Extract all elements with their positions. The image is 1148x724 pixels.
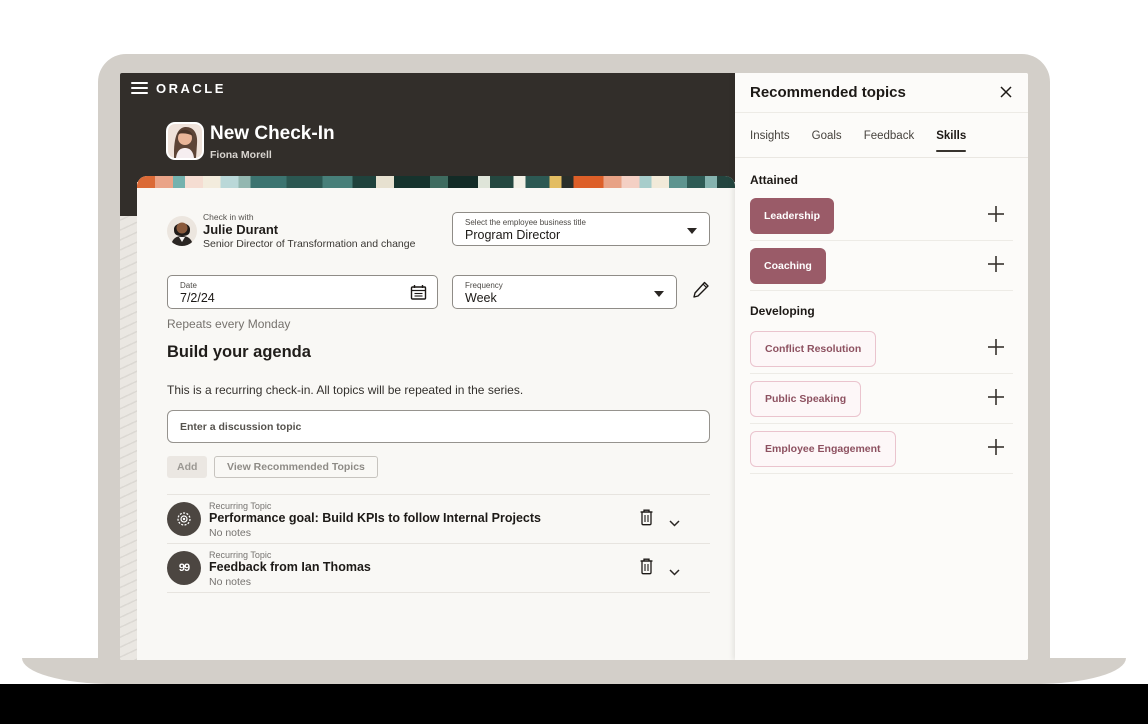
topic-row: Recurring Topic Performance goal: Build … <box>167 495 710 544</box>
date-value: 7/2/24 <box>180 291 215 305</box>
checkin-with-label: Check in with <box>203 212 254 222</box>
discussion-topic-input[interactable] <box>167 410 710 443</box>
close-icon[interactable] <box>996 83 1016 103</box>
skill-row: Employee Engagement <box>750 424 1013 474</box>
plus-icon[interactable] <box>985 438 1007 460</box>
topic-title: Feedback from Ian Thomas <box>209 560 371 574</box>
skill-chip[interactable]: Public Speaking <box>750 380 862 417</box>
expand-chevron-icon[interactable] <box>669 515 680 530</box>
avatar <box>167 216 197 246</box>
page-subtitle: Fiona Morell <box>210 149 272 161</box>
mockup-bottom-bar <box>0 684 1148 724</box>
plus-icon[interactable] <box>985 338 1007 360</box>
calendar-icon[interactable] <box>410 284 427 301</box>
target-icon <box>167 502 201 536</box>
skill-chip[interactable]: Leadership <box>750 197 835 234</box>
topic-row: 99 Recurring Topic Feedback from Ian Tho… <box>167 544 710 593</box>
business-title-value: Program Director <box>465 228 561 242</box>
date-label: Date <box>180 281 197 290</box>
skill-row: Conflict Resolution <box>750 324 1013 374</box>
section-heading-developing: Developing <box>750 304 815 318</box>
checkin-card: Check in with Julie Durant Senior Direct… <box>137 176 735 660</box>
plus-icon[interactable] <box>985 388 1007 410</box>
page: ORACLE New Check-In Fiona Morell Check i… <box>0 0 1148 724</box>
tab-insights[interactable]: Insights <box>750 130 790 152</box>
left-gutter-texture <box>120 216 137 660</box>
menu-icon[interactable] <box>131 82 148 96</box>
person-name: Julie Durant <box>203 222 279 237</box>
frequency-select[interactable]: Frequency Week <box>452 275 677 309</box>
attained-list: Leadership Coaching <box>750 191 1013 291</box>
skill-chip[interactable]: Coaching <box>750 247 826 284</box>
tab-skills[interactable]: Skills <box>936 130 967 152</box>
left-gutter-dark <box>120 182 137 216</box>
oracle-logo: ORACLE <box>156 81 226 96</box>
agenda-heading: Build your agenda <box>167 343 311 361</box>
add-button[interactable]: Add <box>167 456 208 478</box>
app-header: ORACLE New Check-In Fiona Morell <box>120 73 735 182</box>
frequency-label: Frequency <box>465 281 503 290</box>
date-field[interactable]: Date 7/2/24 <box>167 275 438 309</box>
topic-notes: No notes <box>209 576 252 588</box>
edit-frequency-pencil-icon[interactable] <box>689 279 713 303</box>
skill-chip[interactable]: Conflict Resolution <box>750 330 877 367</box>
tab-goals[interactable]: Goals <box>812 130 842 152</box>
avatar <box>166 122 204 160</box>
skill-row: Public Speaking <box>750 374 1013 424</box>
topic-type-label: Recurring Topic <box>209 550 272 560</box>
agenda-description: This is a recurring check-in. All topics… <box>167 383 524 397</box>
app-window: ORACLE New Check-In Fiona Morell Check i… <box>120 73 1028 660</box>
page-title: New Check-In <box>210 123 335 144</box>
cover-art-banner <box>137 176 735 188</box>
business-title-label: Select the employee business title <box>465 218 586 227</box>
recommended-topics-panel: Recommended topics Insights Goals Feedba… <box>735 73 1028 660</box>
trash-icon[interactable] <box>639 509 654 529</box>
expand-chevron-icon[interactable] <box>669 564 680 579</box>
chevron-down-icon <box>654 291 664 297</box>
trash-icon[interactable] <box>639 558 654 578</box>
skill-row: Leadership <box>750 191 1013 241</box>
quote-icon: 99 <box>167 551 201 585</box>
topic-type-label: Recurring Topic <box>209 501 272 511</box>
tab-feedback[interactable]: Feedback <box>864 130 915 152</box>
repeats-text: Repeats every Monday <box>167 317 291 331</box>
frequency-value: Week <box>465 291 497 305</box>
skill-row: Coaching <box>750 241 1013 291</box>
checkin-main: ORACLE New Check-In Fiona Morell Check i… <box>120 73 735 660</box>
developing-list: Conflict Resolution Public Speaking Empl… <box>750 324 1013 474</box>
topic-title: Performance goal: Build KPIs to follow I… <box>209 511 542 525</box>
person-job-title: Senior Director of Transformation and ch… <box>203 238 416 250</box>
panel-title: Recommended topics <box>750 84 906 101</box>
view-recommended-topics-button[interactable]: View Recommended Topics <box>214 456 378 478</box>
skill-chip[interactable]: Employee Engagement <box>750 430 896 467</box>
panel-tabs: Insights Goals Feedback Skills <box>750 130 967 152</box>
plus-icon[interactable] <box>985 255 1007 277</box>
laptop-frame: ORACLE New Check-In Fiona Morell Check i… <box>98 54 1050 684</box>
section-heading-attained: Attained <box>750 173 798 187</box>
topic-notes: No notes <box>209 527 252 539</box>
business-title-select[interactable]: Select the employee business title Progr… <box>452 212 710 246</box>
chevron-down-icon <box>687 228 697 234</box>
divider <box>735 157 1028 158</box>
divider <box>735 112 1028 113</box>
avatar-photo <box>168 124 202 158</box>
plus-icon[interactable] <box>985 205 1007 227</box>
